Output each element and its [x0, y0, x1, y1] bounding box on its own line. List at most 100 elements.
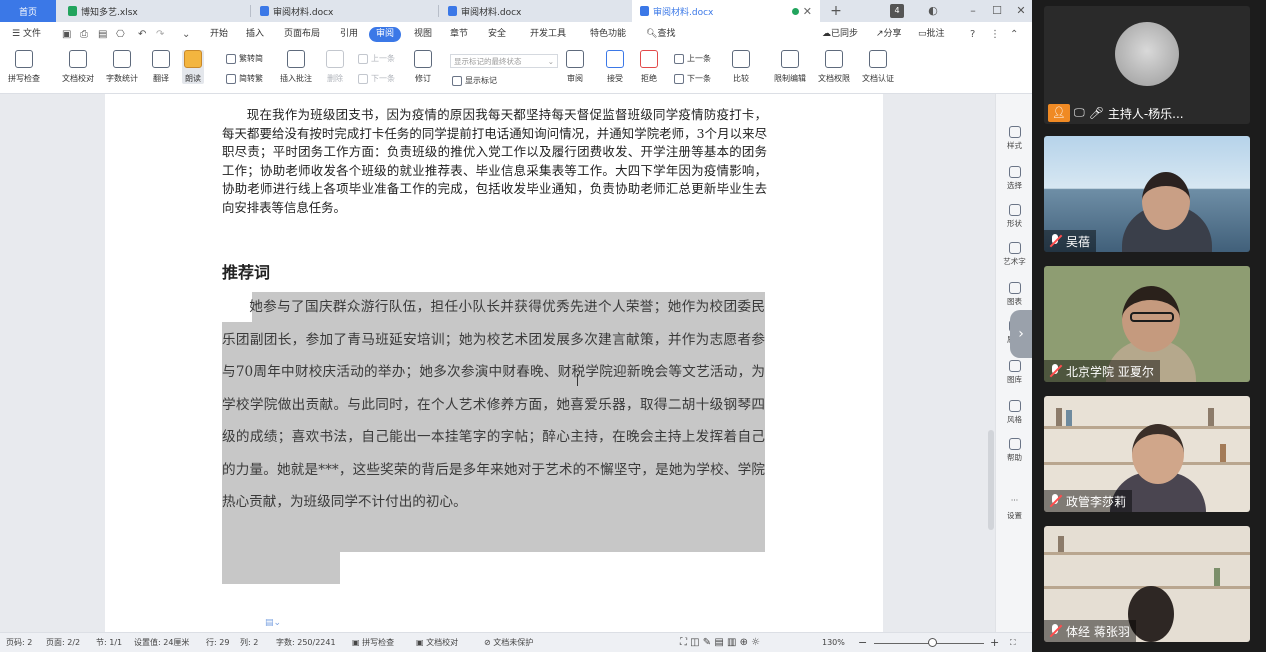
menu-view[interactable]: 视图 — [414, 22, 432, 47]
tab-file-docx-active[interactable]: 审阅材料.docx ✕ — [632, 0, 820, 22]
pen-icon — [1008, 126, 1021, 138]
save-icon[interactable]: ▣ — [62, 22, 71, 47]
chart-tool[interactable]: 图表 — [996, 282, 1032, 307]
prev-comment-button[interactable]: 上一条 — [358, 53, 395, 64]
next-change-icon — [674, 73, 684, 84]
spell-check-button[interactable]: 拼写检查 — [8, 50, 40, 84]
quick-access-dropdown-icon[interactable]: ⌄ — [182, 22, 190, 47]
page-options-icon[interactable]: ▤⌄ — [265, 618, 281, 628]
show-markup-button[interactable]: 显示标记 — [452, 75, 497, 86]
insert-comment-button[interactable]: 插入批注 — [280, 50, 312, 84]
menu-insert[interactable]: 插入 — [246, 22, 264, 47]
zoom-out-icon[interactable]: − — [858, 633, 867, 652]
new-tab-button[interactable]: + — [828, 0, 844, 22]
file-menu-label: 文件 — [22, 29, 41, 39]
participant-tile[interactable]: 吴蓓 — [1044, 136, 1250, 252]
preview-icon[interactable]: ▤ — [98, 22, 107, 47]
reject-button[interactable]: 拒绝 — [640, 50, 658, 84]
participant-tile[interactable]: 北京学院 亚夏尔 — [1044, 266, 1250, 382]
menu-special-features[interactable]: 特色功能 — [590, 22, 626, 47]
share-button[interactable]: ↗分享 — [876, 22, 902, 47]
doc-proof-button[interactable]: 文档校对 — [62, 50, 94, 84]
spell-check-icon — [15, 50, 33, 68]
participant-tile[interactable]: 政管李莎莉 — [1044, 396, 1250, 512]
section-heading[interactable]: 推荐词 — [222, 259, 270, 283]
skin-icon[interactable]: ◐ — [926, 0, 940, 22]
panel-toggle-chevron-icon[interactable]: › — [1010, 310, 1032, 358]
review-pane-button[interactable]: 审阅 — [566, 50, 584, 84]
tab-file-xlsx[interactable]: 博知多艺.xlsx — [60, 0, 250, 22]
status-protection[interactable]: ⊘ 文档未保护 — [484, 633, 533, 652]
compare-button[interactable]: 比较 — [732, 50, 750, 84]
shape-tool[interactable]: 形状 — [996, 204, 1032, 229]
view-mode-icons[interactable]: ⛶ ◫ ✎ ▤ ▥ ⊕ ☼ — [680, 633, 760, 652]
help-icon[interactable]: ? — [970, 22, 975, 47]
minimize-icon[interactable]: – — [966, 0, 980, 22]
close-tab-icon[interactable]: ✕ — [803, 5, 812, 18]
accept-button[interactable]: 接受 — [606, 50, 624, 84]
translate-button[interactable]: 翻译 — [152, 50, 170, 84]
tab-home[interactable]: 首页 — [0, 0, 56, 22]
format-painter-icon[interactable]: ⎔ — [116, 22, 125, 47]
zoom-level[interactable]: 130% — [822, 633, 845, 652]
select-tool[interactable]: 选择 — [996, 166, 1032, 191]
help-tool[interactable]: 帮助 — [996, 438, 1032, 463]
more-icon[interactable]: ⋮ — [990, 22, 1000, 47]
participant-tile[interactable]: 体经 蒋张羽 — [1044, 526, 1250, 642]
status-doc-proof[interactable]: ▣ 文档校对 — [416, 633, 458, 652]
undo-icon[interactable]: ↶ — [138, 22, 146, 47]
style-tool[interactable]: 样式 — [996, 126, 1032, 151]
word-count-button[interactable]: 字数统计 — [106, 50, 138, 84]
status-word-count[interactable]: 字数: 250/2241 — [276, 633, 336, 652]
settings-tool[interactable]: ··· 设置 — [996, 496, 1032, 521]
body-paragraph[interactable]: 现在我作为班级团支书，因为疫情的原因我每天都坚持每天督促监督班级同学疫情防疫打卡… — [222, 106, 767, 217]
tab-file-docx-1[interactable]: 审阅材料.docx — [252, 0, 438, 22]
prev-change-label: 上一条 — [687, 54, 711, 63]
tab-file-docx-2[interactable]: 审阅材料.docx — [440, 0, 630, 22]
gallery-tool[interactable]: 图库 — [996, 360, 1032, 385]
menu-page-layout[interactable]: 页面布局 — [284, 22, 320, 47]
menu-review[interactable]: 审阅 — [369, 27, 402, 42]
document-area[interactable]: 现在我作为班级团支书，因为疫情的原因我每天都坚持每天督促监督班级同学疫情防疫打卡… — [0, 94, 995, 632]
redo-icon[interactable]: ↷ — [156, 22, 164, 47]
glasses — [1130, 312, 1174, 322]
menu-start[interactable]: 开始 — [210, 22, 228, 47]
scrollbar-thumb[interactable] — [988, 430, 994, 530]
close-window-icon[interactable]: ✕ — [1014, 0, 1028, 22]
restrict-edit-button[interactable]: 限制编辑 — [774, 50, 806, 84]
zoom-slider-thumb[interactable] — [928, 638, 937, 647]
participant-tile[interactable]: 👤︎ 🖵︎ 🎤︎ 主持人-杨乐... — [1044, 6, 1250, 124]
zoom-in-icon[interactable]: + — [990, 633, 999, 652]
read-aloud-button[interactable]: 朗读 — [182, 50, 204, 84]
next-comment-button[interactable]: 下一条 — [358, 73, 395, 84]
sync-button[interactable]: ☁已同步 — [822, 22, 858, 47]
menu-security[interactable]: 安全 — [488, 22, 506, 47]
theme-tool[interactable]: 风格 — [996, 400, 1032, 425]
comment-button[interactable]: ▭批注 — [918, 22, 945, 47]
selected-paragraph[interactable]: 她参与了国庆群众游行队伍，担任小队长并获得优秀先进个人荣誉；她作为校团委民乐团副… — [222, 291, 765, 519]
markup-state-select[interactable]: 显示标记的最终状态 ⌄ — [450, 54, 558, 68]
next-change-button[interactable]: 下一条 — [674, 73, 711, 84]
doc-cert-button[interactable]: 文档认证 — [862, 50, 894, 84]
print-icon[interactable]: ⎙ — [80, 22, 88, 47]
track-changes-button[interactable]: 修订 — [414, 50, 432, 84]
fit-window-icon[interactable]: ⛶ — [1010, 633, 1016, 652]
delete-comment-button[interactable]: 删除 — [326, 50, 344, 84]
host-user-icon: 👤︎ — [1048, 104, 1070, 122]
status-spell-check[interactable]: ▣ 拼写检查 — [352, 633, 394, 652]
wordart-tool[interactable]: 艺术字 — [996, 242, 1032, 267]
file-menu[interactable]: ☰ 文件 — [12, 22, 41, 47]
menu-chapter[interactable]: 章节 — [450, 22, 468, 47]
search-button[interactable]: 🔍︎查找 — [646, 22, 675, 47]
tab-count-badge[interactable]: 4 — [890, 4, 904, 18]
document-page[interactable]: 现在我作为班级团支书，因为疫情的原因我每天都坚持每天督促监督班级同学疫情防疫打卡… — [105, 94, 883, 632]
menu-developer[interactable]: 开发工具 — [530, 22, 566, 47]
doc-rights-button[interactable]: 文档权限 — [818, 50, 850, 84]
menu-references[interactable]: 引用 — [340, 22, 358, 47]
prev-change-button[interactable]: 上一条 — [674, 53, 711, 64]
simp-to-trad-button[interactable]: 繁转简 — [226, 53, 263, 64]
collapse-ribbon-icon[interactable]: ⌃ — [1010, 22, 1018, 47]
maximize-icon[interactable]: ☐ — [990, 0, 1004, 22]
trad-to-simp-button[interactable]: 简转繁 — [226, 73, 263, 84]
vertical-scrollbar[interactable] — [987, 100, 995, 630]
